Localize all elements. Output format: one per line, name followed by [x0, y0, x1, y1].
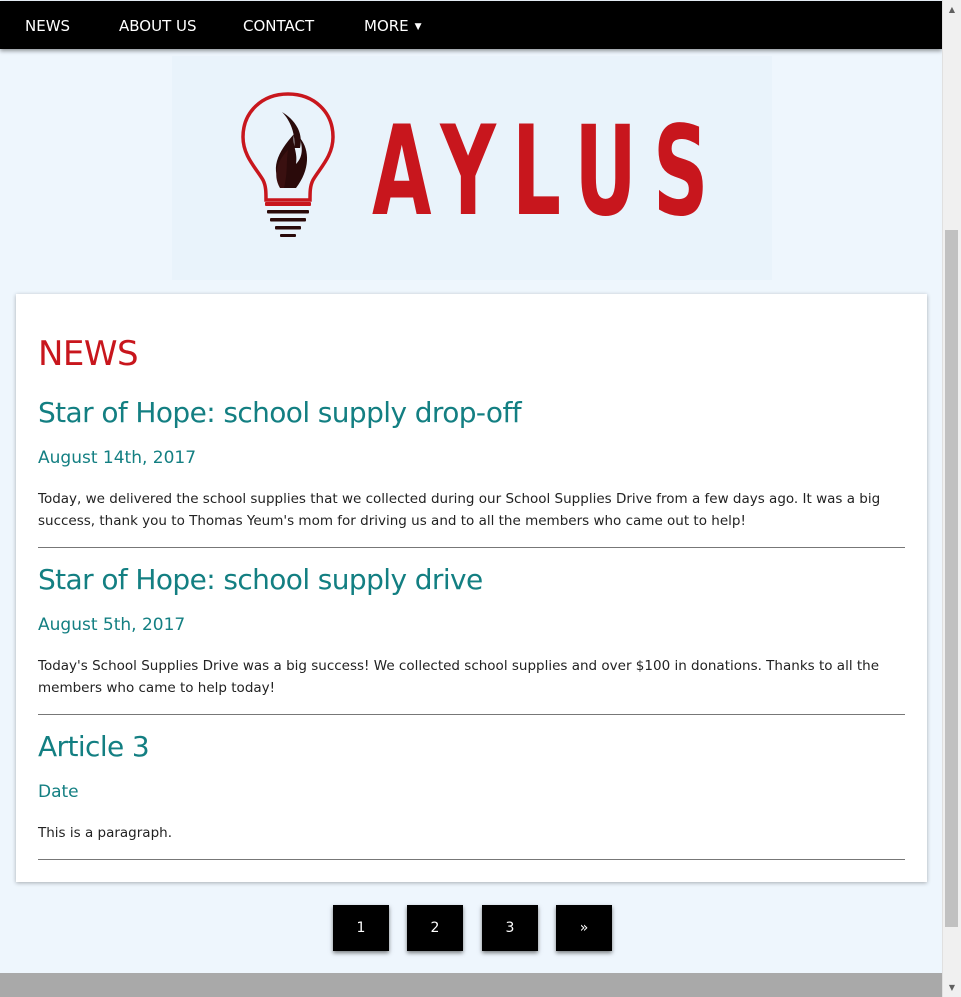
- lightbulb-flame-icon: [241, 92, 335, 237]
- nav-item-news[interactable]: NEWS: [25, 1, 70, 49]
- article-3: Article 3 Date This is a paragraph.: [38, 730, 905, 860]
- article-body: This is a paragraph.: [38, 825, 172, 841]
- article-date: August 5th, 2017: [38, 615, 186, 635]
- article-divider: [38, 714, 905, 715]
- nav-item-label: ABOUT US: [119, 17, 197, 35]
- logo-wordmark: AYLUS: [372, 100, 725, 244]
- news-section: NEWS Star of Hope: school supply drop-of…: [16, 294, 927, 882]
- article-date: Date: [38, 782, 79, 802]
- nav-item-label: NEWS: [25, 17, 71, 35]
- nav-item-label: CONTACT: [243, 17, 315, 35]
- nav-item-more[interactable]: MORE ▼: [364, 1, 422, 49]
- article-body: Today, we delivered the school supplies …: [38, 491, 881, 529]
- footer: [0, 973, 942, 997]
- page-title: NEWS: [38, 334, 139, 374]
- nav-item-label: MORE: [364, 17, 409, 35]
- article-title: Star of Hope: school supply drop-off: [38, 396, 522, 429]
- article-title: Article 3: [38, 730, 150, 763]
- article-title: Star of Hope: school supply drive: [38, 563, 483, 596]
- dropdown-caret-icon: ▼: [414, 22, 422, 32]
- article-divider: [38, 547, 905, 548]
- vertical-scrollbar[interactable]: ▲ ▼: [942, 0, 961, 997]
- article-divider: [38, 859, 905, 860]
- page-viewport: NEWS ABOUT US CONTACT MORE ▼ AYLUS NEWS S…: [0, 0, 942, 997]
- pagination-page-3[interactable]: 3: [482, 905, 538, 951]
- article-2: Star of Hope: school supply drive August…: [38, 563, 905, 715]
- article-body: Today's School Supplies Drive was a big …: [38, 658, 880, 696]
- article-1: Star of Hope: school supply drop-off Aug…: [38, 396, 905, 548]
- article-date: August 14th, 2017: [38, 448, 197, 468]
- nav-item-contact[interactable]: CONTACT: [243, 1, 314, 49]
- top-navigation-bar: NEWS ABOUT US CONTACT MORE ▼: [0, 1, 942, 49]
- pagination-page-1[interactable]: 1: [333, 905, 389, 951]
- scroll-down-arrow-icon[interactable]: ▼: [943, 979, 961, 996]
- pagination-next-button[interactable]: »: [556, 905, 612, 951]
- scroll-up-arrow-icon[interactable]: ▲: [943, 1, 961, 18]
- scrollbar-thumb[interactable]: [945, 230, 958, 927]
- nav-item-about-us[interactable]: ABOUT US: [119, 1, 197, 49]
- pagination-page-2[interactable]: 2: [407, 905, 463, 951]
